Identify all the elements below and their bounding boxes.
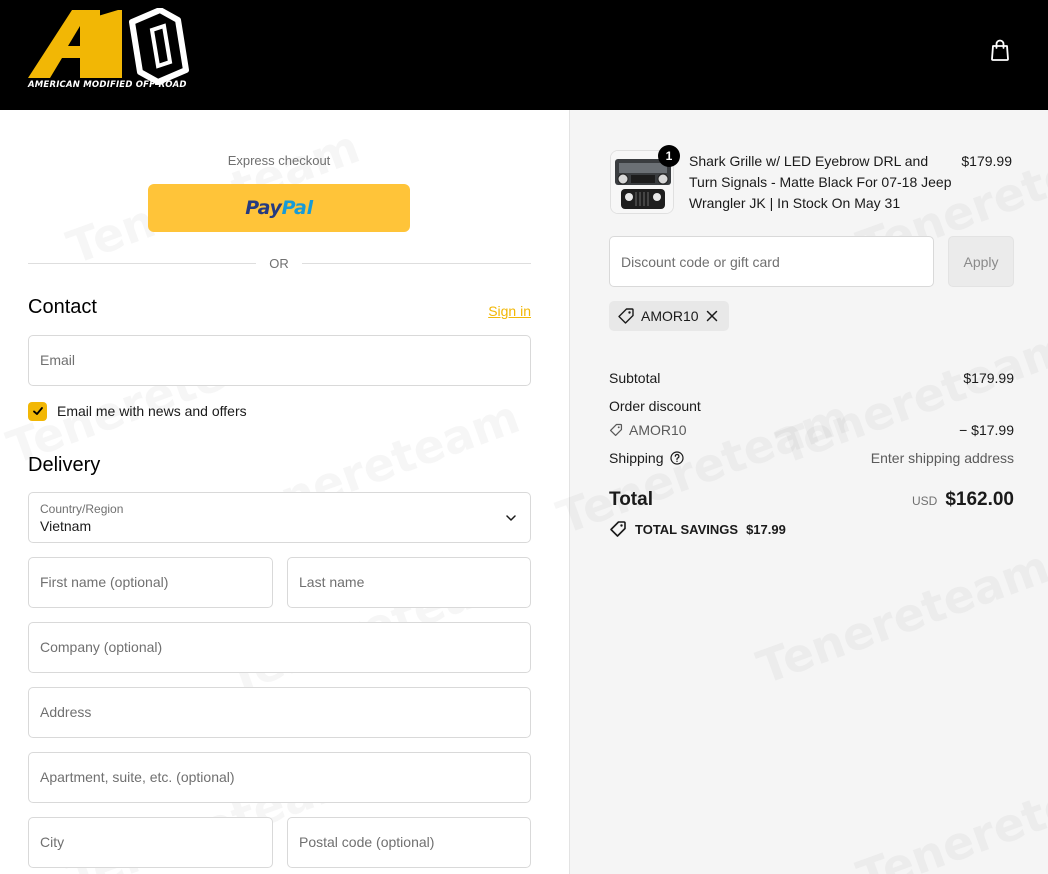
or-label: OR (269, 256, 289, 271)
newsletter-checkbox[interactable] (28, 401, 47, 421)
first-name-field[interactable]: First name (optional) (28, 557, 273, 608)
savings-label: TOTAL SAVINGS (635, 521, 739, 537)
company-placeholder: Company (optional) (40, 639, 163, 655)
first-name-placeholder: First name (optional) (40, 574, 169, 590)
tag-icon (609, 423, 623, 437)
shopping-bag-icon[interactable] (988, 38, 1012, 62)
country-select[interactable]: Country/Region Vietnam (28, 492, 531, 543)
postal-code-placeholder: Postal code (optional) (299, 834, 435, 850)
subtotal-label: Subtotal (609, 370, 661, 386)
site-header: AMERICAN MODIFIED OFF-ROAD (0, 0, 1048, 110)
newsletter-option: Email me with news and offers (28, 401, 247, 421)
savings-tag-icon (610, 521, 626, 537)
discount-value: − $17.99 (959, 422, 1014, 438)
product-price: $179.99 (961, 153, 1012, 169)
apartment-field[interactable]: Apartment, suite, etc. (optional) (28, 752, 531, 803)
quantity-badge: 1 (658, 145, 680, 167)
shipping-value: Enter shipping address (870, 450, 1014, 466)
last-name-placeholder: Last name (299, 574, 365, 590)
help-icon[interactable] (669, 451, 684, 465)
applied-code-label: AMOR10 (641, 308, 699, 324)
order-summary: Tenereteam Tenereteam Tenereteam Teneret… (569, 110, 1048, 874)
newsletter-label: Email me with news and offers (57, 403, 247, 419)
city-field[interactable]: City (28, 817, 273, 868)
total-savings-row: TOTAL SAVINGS $17.99 (609, 520, 786, 538)
address-placeholder: Address (40, 704, 92, 720)
apartment-placeholder: Apartment, suite, etc. (optional) (40, 769, 235, 785)
discount-placeholder: Discount code or gift card (621, 254, 780, 270)
shipping-label: Shipping (609, 450, 664, 466)
total-label: Total (609, 489, 653, 510)
country-value: Vietnam (40, 518, 92, 534)
paypal-button[interactable]: PayPal (148, 184, 410, 232)
savings-value: $17.99 (746, 521, 786, 537)
city-placeholder: City (40, 834, 65, 850)
currency-code: USD (911, 494, 938, 508)
checkmark-icon (32, 407, 43, 415)
applied-discount-chip: AMOR10 (609, 301, 729, 331)
chevron-down-icon (506, 515, 516, 521)
total-value: $162.00 (945, 489, 1014, 510)
discount-code-input[interactable]: Discount code or gift card (609, 236, 934, 287)
email-field[interactable]: Email (28, 335, 531, 386)
tag-icon (618, 308, 634, 324)
subtotal-value: $179.99 (963, 370, 1014, 386)
postal-code-field[interactable]: Postal code (optional) (287, 817, 531, 868)
country-label: Country/Region (40, 502, 124, 516)
brand-name: AMERICAN MODIFIED OFF-ROAD (28, 80, 187, 90)
express-checkout-label: Express checkout (227, 153, 331, 168)
email-placeholder: Email (40, 352, 76, 368)
order-discount-label: Order discount (609, 398, 701, 414)
apply-discount-button[interactable]: Apply (948, 236, 1014, 287)
or-divider: OR (28, 255, 531, 273)
address-field[interactable]: Address (28, 687, 531, 738)
sign-in-link[interactable]: Sign in (488, 303, 531, 319)
last-name-field[interactable]: Last name (287, 557, 531, 608)
discount-code-label: AMOR10 (629, 422, 687, 438)
checkout-form: Tenereteam Tenereteam Tenereteam Teneret… (0, 110, 569, 874)
contact-title: Contact (28, 296, 97, 318)
watermark: Tenereteam (850, 749, 1048, 874)
product-title: Shark Grille w/ LED Eyebrow DRL and Turn… (689, 153, 952, 211)
paypal-logo: PayPal (245, 197, 313, 219)
remove-code-icon[interactable] (705, 309, 719, 323)
company-field[interactable]: Company (optional) (28, 622, 531, 673)
delivery-title: Delivery (28, 454, 101, 476)
watermark: Tenereteam (750, 539, 1048, 695)
